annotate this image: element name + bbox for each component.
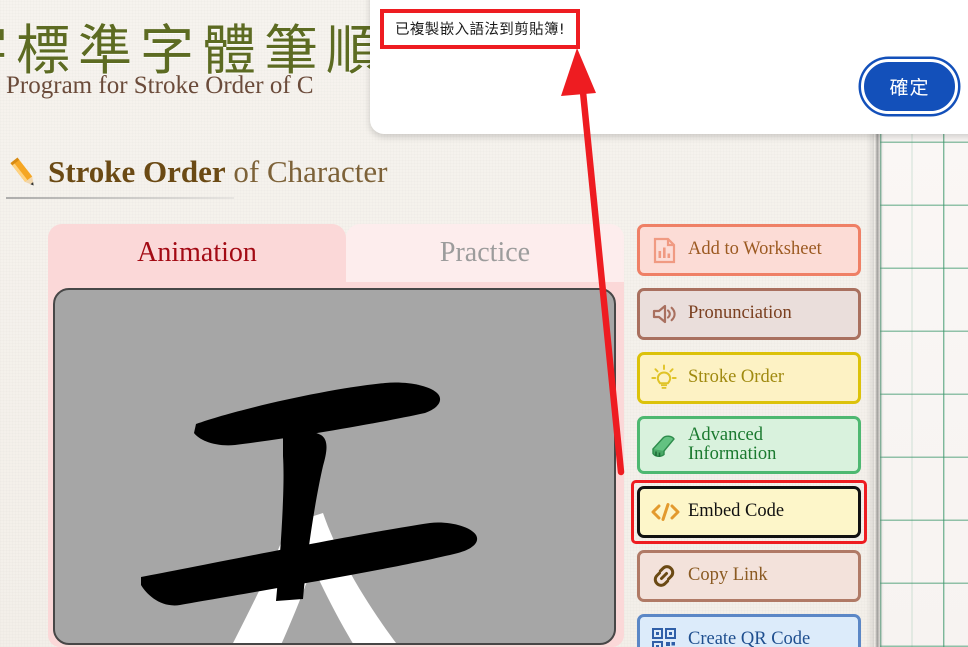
advanced-information-button[interactable]: Advanced Information [637, 416, 861, 474]
site-title-english: rning Program for Stroke Order of C [0, 72, 314, 99]
add-to-worksheet-button[interactable]: Add to Worksheet [637, 224, 861, 276]
embed-code-highlight-wrapper: Embed Code [631, 480, 867, 544]
worksheet-chart-icon [650, 236, 678, 264]
link-chain-icon [650, 562, 678, 590]
stroke-order-card: Animation Practice [48, 224, 624, 647]
tab-panel-animation [48, 282, 624, 647]
character-strokes [141, 382, 478, 643]
action-button-list: Add to Worksheet Pronunciation Stroke Or… [631, 224, 867, 647]
advanced-information-label: Advanced Information [688, 424, 777, 464]
stroke-order-label: Stroke Order [688, 367, 785, 388]
app-root: 字標準字體筆順 rning Program for Stroke Order o… [0, 0, 968, 647]
clipboard-toast: 已複製嵌入語法到剪貼簿! [380, 9, 581, 49]
copy-link-label: Copy Link [688, 565, 768, 586]
book-icon [650, 431, 678, 459]
confirm-button[interactable]: 確定 [861, 59, 958, 114]
tab-animation[interactable]: Animation [48, 224, 346, 282]
add-to-worksheet-label: Add to Worksheet [688, 239, 822, 260]
speaker-icon [650, 300, 678, 328]
create-qr-code-label: Create QR Code [688, 629, 811, 647]
pronunciation-button[interactable]: Pronunciation [637, 288, 861, 340]
page-title-light: of Character [233, 154, 388, 189]
qr-code-icon [650, 626, 678, 647]
stroke-order-button[interactable]: Stroke Order [637, 352, 861, 404]
tab-practice[interactable]: Practice [346, 224, 624, 282]
create-qr-code-button[interactable]: Create QR Code [637, 614, 861, 647]
embed-code-label: Embed Code [688, 501, 785, 522]
page-title-text: Stroke Order of Character [48, 156, 387, 191]
tab-bar: Animation Practice [48, 224, 624, 282]
code-brackets-icon [650, 498, 680, 526]
page-title: Stroke Order of Character [8, 156, 387, 191]
page-title-underline [6, 197, 234, 199]
character-animation-stage[interactable] [53, 288, 616, 645]
clipboard-toast-message: 已複製嵌入語法到剪貼簿! [395, 22, 566, 38]
copy-link-button[interactable]: Copy Link [637, 550, 861, 602]
page-title-strong: Stroke Order [48, 154, 226, 189]
pronunciation-label: Pronunciation [688, 303, 792, 324]
lightbulb-icon [650, 364, 678, 392]
embed-code-button[interactable]: Embed Code [637, 486, 861, 538]
pencil-icon [8, 157, 40, 191]
